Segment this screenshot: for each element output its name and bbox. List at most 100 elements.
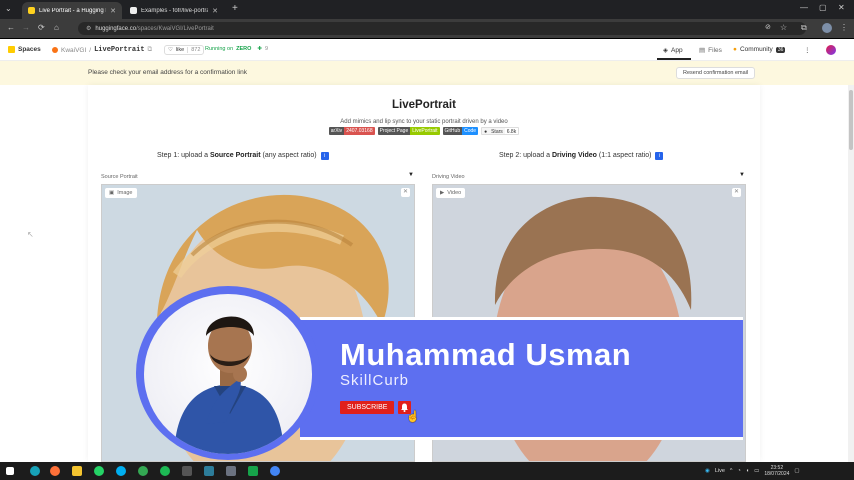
- app-icon-2[interactable]: [204, 466, 214, 476]
- org-link[interactable]: KwaiVGI: [61, 47, 86, 54]
- windows-start-icon[interactable]: [6, 467, 14, 475]
- globe-icon[interactable]: ◉: [705, 468, 710, 474]
- hf-space-header: Spaces KwaiVGI / LivePortrait ⧉ ♡ like 8…: [0, 39, 854, 61]
- badge-right: 6.8k: [504, 128, 519, 135]
- video-icon: ▶: [440, 190, 445, 196]
- info-icon[interactable]: i: [655, 152, 664, 160]
- resend-confirmation-button[interactable]: Resend confirmation email: [676, 67, 756, 79]
- running-hardware: ZERO: [236, 46, 252, 52]
- hide-icon[interactable]: ⊘: [765, 23, 771, 31]
- badge-left: arXiv: [328, 127, 345, 135]
- url-bar[interactable]: ⚙ huggingface.co/spaces/KwaiVGI/LivePortr…: [78, 22, 806, 35]
- community-icon: ●: [733, 46, 737, 53]
- notification-icon[interactable]: ▢: [794, 468, 799, 474]
- badge-right: 2407.03168: [344, 127, 375, 135]
- firefox-icon[interactable]: [50, 466, 60, 476]
- minimize-icon[interactable]: —: [800, 3, 808, 12]
- page-scrollbar-thumb[interactable]: [849, 90, 853, 150]
- app-icon-3[interactable]: [226, 466, 236, 476]
- app-icon-4[interactable]: [248, 466, 258, 476]
- repo-link[interactable]: LivePortrait: [94, 46, 144, 54]
- tab-community-label: Community: [739, 46, 773, 53]
- back-icon[interactable]: ←: [7, 23, 15, 32]
- chrome-active-icon[interactable]: [270, 466, 280, 476]
- video-tag-text: Video: [447, 190, 462, 196]
- user-avatar[interactable]: [826, 45, 836, 55]
- hf-favicon-icon: [28, 7, 35, 14]
- image-tag-text: Image: [117, 190, 133, 196]
- site-info-icon[interactable]: ⚙: [86, 26, 91, 32]
- running-count: 9: [265, 46, 269, 52]
- tab-title: Live Portrait - a Hugging Face S: [39, 7, 106, 14]
- badge-right: LivePortrait: [410, 127, 440, 135]
- image-label: ▣ Image: [105, 188, 137, 198]
- badge-row: arXiv 2407.03168 Project Page LivePortrait…: [0, 127, 848, 135]
- badge-right: Code: [462, 127, 479, 135]
- driving-video-accordion-label[interactable]: Driving Video: [432, 174, 465, 180]
- step1-label: Step 1: upload a Source Portrait (any as…: [157, 152, 329, 160]
- extensions-icon[interactable]: ⧉: [801, 23, 807, 33]
- new-tab-icon[interactable]: +: [232, 3, 238, 14]
- edge-icon[interactable]: [30, 466, 40, 476]
- profile-avatar[interactable]: [822, 23, 832, 33]
- mouse-cursor-icon: ↖: [27, 230, 34, 239]
- copy-icon[interactable]: ⧉: [148, 46, 153, 54]
- project-page-badge[interactable]: Project Page LivePortrait: [377, 127, 440, 135]
- spaces-logo-icon: [8, 46, 15, 53]
- wifi-icon[interactable]: ◔: [738, 468, 741, 474]
- step1-bold: Source Portrait: [209, 152, 261, 159]
- forward-icon[interactable]: →: [22, 23, 30, 32]
- tab-files[interactable]: ▤ Files: [699, 46, 722, 55]
- whatsapp-icon[interactable]: [94, 466, 104, 476]
- source-portrait-accordion-label[interactable]: Source Portrait: [101, 174, 138, 180]
- tab-app[interactable]: ◈ App: [663, 46, 683, 55]
- close-tab-icon[interactable]: ✕: [110, 7, 116, 15]
- chrome-icon[interactable]: [138, 466, 148, 476]
- reload-icon[interactable]: ⟳: [38, 23, 45, 32]
- close-window-icon[interactable]: ✕: [838, 3, 845, 12]
- chevron-up-icon[interactable]: ^: [730, 468, 733, 474]
- file-explorer-icon[interactable]: [72, 466, 82, 476]
- subscribe-button[interactable]: SUBSCRIBE: [340, 401, 395, 414]
- spaces-link[interactable]: Spaces: [8, 46, 41, 53]
- step2-bold: Driving Video: [551, 152, 597, 159]
- spaces-label: Spaces: [18, 46, 41, 53]
- live-label: Live: [714, 468, 725, 474]
- tab-live-portrait[interactable]: Live Portrait - a Hugging Face S ✕: [22, 2, 122, 19]
- spotify-icon[interactable]: [160, 466, 170, 476]
- like-button[interactable]: ♡ like 872: [164, 45, 205, 55]
- close-tab-icon[interactable]: ✕: [212, 7, 218, 15]
- stars-badge[interactable]: ● Stars 6.8k: [481, 127, 520, 135]
- chevron-down-icon[interactable]: ▼: [739, 172, 745, 178]
- browser-menu-icon[interactable]: ⋮: [840, 23, 848, 32]
- clear-video-icon[interactable]: ✕: [732, 188, 741, 197]
- app-icon-1[interactable]: [182, 466, 192, 476]
- presenter-figure: [174, 316, 284, 454]
- more-options-icon[interactable]: ⋮: [804, 46, 811, 54]
- tab-examples[interactable]: Examples - fofr/live-portrait - R ✕: [124, 2, 224, 19]
- arxiv-badge[interactable]: arXiv 2407.03168: [328, 127, 375, 135]
- home-icon[interactable]: ⌂: [54, 23, 59, 32]
- step2-label: Step 2: upload a Driving Video (1:1 aspe…: [499, 152, 664, 160]
- maximize-icon[interactable]: ▢: [819, 3, 827, 12]
- badge-left: Stars: [489, 128, 505, 135]
- battery-icon[interactable]: ▭: [754, 468, 759, 474]
- tab-list-menu-icon[interactable]: ⌄: [5, 4, 12, 13]
- clear-image-icon[interactable]: ✕: [401, 188, 410, 197]
- github-badge[interactable]: GitHub Code: [442, 127, 479, 135]
- volume-icon[interactable]: ◖: [746, 468, 749, 474]
- step1-prefix: Step 1: upload a: [157, 152, 208, 159]
- address-toolbar: ← → ⟳ ⌂ ⚙ huggingface.co/spaces/KwaiVGI/L…: [0, 19, 854, 38]
- app-subtitle: Add mimics and lip sync to your static p…: [340, 119, 508, 125]
- tab-community[interactable]: ● Community 36: [733, 46, 786, 53]
- chevron-down-icon[interactable]: ▼: [408, 172, 414, 178]
- path-separator: /: [89, 46, 92, 54]
- bookmark-star-icon[interactable]: ☆: [780, 23, 787, 32]
- badge-left: Project Page: [377, 127, 411, 135]
- clock[interactable]: 23:52 18/07/2024: [764, 465, 789, 477]
- skype-icon[interactable]: [116, 466, 126, 476]
- running-status: Running on ZERO ✚ 9: [205, 46, 268, 52]
- app-title: LivePortrait: [392, 99, 456, 111]
- settings-icon[interactable]: ✚: [257, 46, 262, 52]
- info-icon[interactable]: i: [320, 152, 329, 160]
